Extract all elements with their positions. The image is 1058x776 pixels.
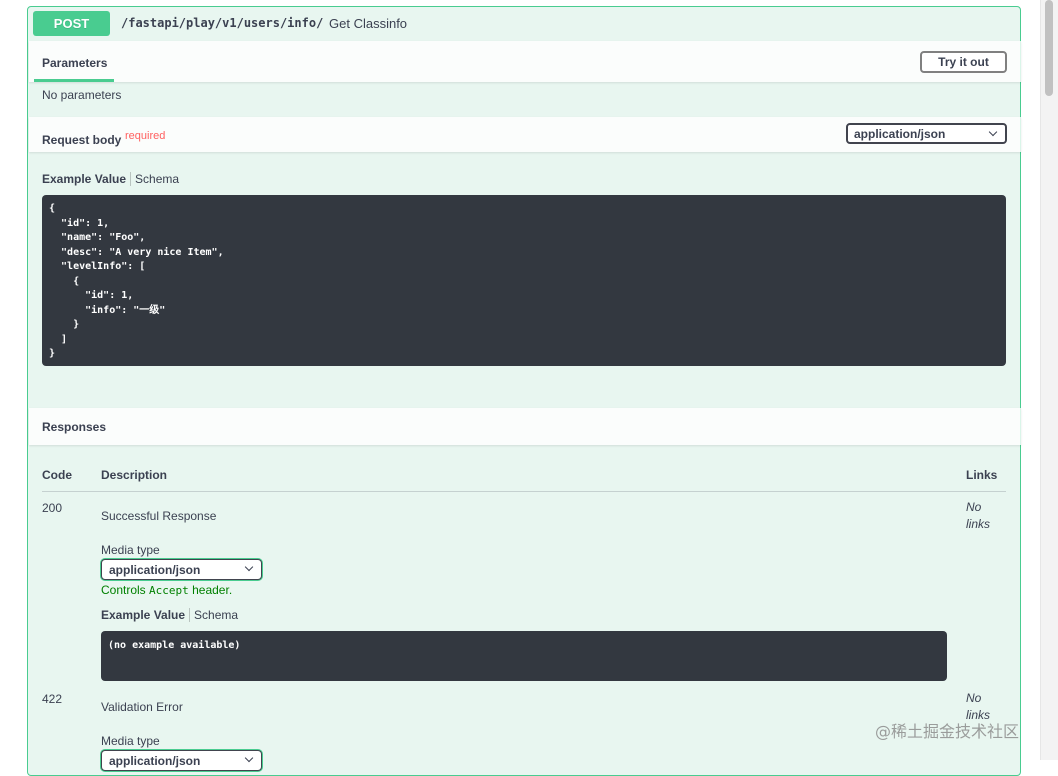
table-divider (42, 491, 1006, 492)
tab-example-value[interactable]: Example Value (101, 608, 185, 622)
response-code-200: 200 (42, 501, 63, 515)
tab-divider (189, 608, 191, 622)
controls-accept-note: Controls Accept header. (101, 583, 232, 597)
response-description-200: Successful Response (101, 509, 217, 523)
responses-header: Responses (29, 408, 1021, 445)
media-type-select[interactable]: application/json (101, 750, 262, 771)
chevron-down-icon (988, 127, 998, 137)
column-header-links: Links (966, 468, 998, 482)
tab-parameters[interactable]: Parameters (42, 56, 107, 70)
content-type-select[interactable]: application/json (846, 123, 1007, 144)
request-body-header: Request body required application/json (29, 117, 1021, 152)
tab-schema[interactable]: Schema (194, 608, 238, 622)
request-example-tabs: Example Value Schema (42, 172, 179, 186)
try-it-out-button[interactable]: Try it out (920, 51, 1007, 73)
controls-suffix: header. (188, 583, 233, 597)
media-type-value: application/json (109, 753, 201, 768)
media-type-label: Media type (101, 543, 160, 557)
response-description-422: Validation Error (101, 700, 183, 714)
media-type-label: Media type (101, 734, 160, 748)
response-example-tabs: Example Value Schema (101, 608, 238, 622)
responses-title: Responses (42, 420, 107, 434)
chevron-down-icon (244, 562, 254, 572)
watermark: @稀土掘金技术社区 (875, 722, 1020, 741)
tab-example-value[interactable]: Example Value (42, 172, 126, 186)
media-type-select[interactable]: application/json (101, 559, 262, 580)
scrollbar-thumb[interactable] (1045, 0, 1053, 96)
request-body-title: Request body (42, 133, 122, 147)
chevron-down-icon (244, 753, 254, 763)
method-badge[interactable]: POST (33, 11, 110, 36)
links-text: No (966, 691, 982, 705)
no-parameters-text: No parameters (42, 88, 122, 102)
column-header-description: Description (101, 468, 168, 482)
parameters-header: Parameters Try it out (29, 41, 1021, 82)
response-example-code[interactable]: (no example available) (101, 631, 947, 681)
links-text: No (966, 500, 982, 514)
tab-schema[interactable]: Schema (135, 172, 179, 186)
request-example-code[interactable]: { "id": 1, "name": "Foo", "desc": "A ver… (42, 195, 1006, 366)
column-header-code: Code (42, 468, 72, 482)
media-type-value: application/json (109, 562, 201, 577)
operation-block: POST /fastapi/play/v1/users/info/ Get Cl… (27, 6, 1021, 776)
response-links-200: No links (966, 499, 1006, 533)
operation-path[interactable]: /fastapi/play/v1/users/info/ (121, 16, 323, 30)
links-text: links (966, 517, 991, 531)
content-type-value: application/json (854, 126, 946, 141)
controls-prefix: Controls (101, 583, 150, 597)
tab-active-indicator (34, 79, 114, 82)
operation-summary-text[interactable]: Get Classinfo (329, 16, 407, 31)
tab-divider (130, 172, 132, 186)
page-scrollbar[interactable] (1040, 0, 1058, 760)
operation-summary[interactable]: POST /fastapi/play/v1/users/info/ Get Cl… (33, 11, 1013, 37)
required-badge: required (125, 130, 166, 142)
controls-code: Accept (149, 584, 189, 597)
response-code-422: 422 (42, 692, 63, 706)
